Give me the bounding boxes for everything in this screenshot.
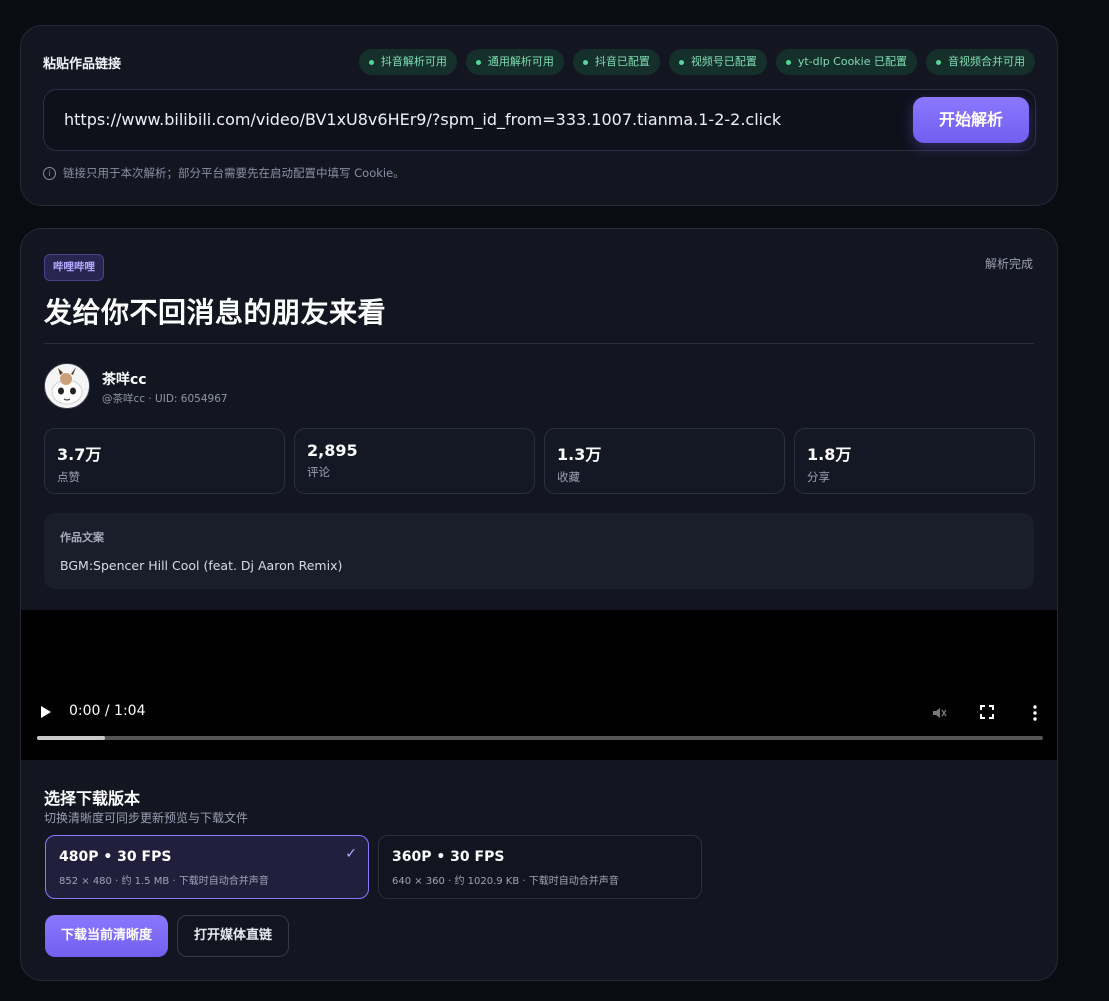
stat-value: 2,895: [307, 441, 358, 460]
status-chips: 抖音解析可用 通用解析可用 抖音已配置 视频号已配置 yt-dlp Cookie…: [358, 49, 1035, 75]
play-icon[interactable]: [41, 706, 51, 718]
stat-comments: 2,895 评论: [294, 428, 535, 494]
hint-text: 链接只用于本次解析；部分平台需要先在启动配置中填写 Cookie。: [63, 166, 405, 180]
open-media-link-button[interactable]: 打开媒体直链: [177, 915, 289, 957]
video-player[interactable]: 0:00 / 1:04: [21, 610, 1057, 760]
stat-label: 点赞: [57, 470, 80, 484]
status-chip: 抖音解析可用: [358, 49, 457, 75]
author-name: 茶咩cc: [102, 372, 147, 388]
quality-option[interactable]: 480P • 30 FPS 852 × 480 · 约 1.5 MB · 下载时…: [45, 835, 369, 899]
status-chip: 音视频合并可用: [926, 49, 1035, 75]
url-input-wrapper: https://www.bilibili.com/video/BV1xU8v6H…: [43, 89, 1036, 151]
parse-button[interactable]: 开始解析: [913, 97, 1029, 143]
status-text: 解析完成: [984, 257, 1033, 271]
result-card: 哔哩哔哩 解析完成 发给你不回消息的朋友来看 茶咩cc @茶咩cc · UID:…: [20, 228, 1058, 981]
link-input-card: 粘贴作品链接 抖音解析可用 通用解析可用 抖音已配置 视频号已配置 yt-dlp…: [20, 25, 1058, 206]
quality-label: 480P • 30 FPS: [59, 849, 172, 865]
status-dot-icon: [368, 59, 374, 65]
hint-row: i 链接只用于本次解析；部分平台需要先在启动配置中填写 Cookie。: [43, 165, 405, 181]
progress-fill: [37, 736, 106, 740]
status-chip: 通用解析可用: [465, 49, 564, 75]
url-input[interactable]: https://www.bilibili.com/video/BV1xU8v6H…: [64, 90, 781, 150]
avatar: [44, 363, 90, 409]
volume-icon[interactable]: [931, 705, 947, 721]
download-button[interactable]: 下载当前清晰度: [45, 915, 168, 957]
stat-label: 分享: [807, 470, 830, 484]
stat-value: 1.3万: [557, 445, 602, 464]
quality-option[interactable]: 360P • 30 FPS 640 × 360 · 约 1020.9 KB · …: [378, 835, 702, 899]
section-label: 粘贴作品链接: [43, 57, 122, 72]
video-title: 发给你不回消息的朋友来看: [44, 296, 387, 329]
stat-label: 收藏: [557, 470, 580, 484]
status-dot-icon: [785, 59, 791, 65]
author-meta: @茶咩cc · UID: 6054967: [102, 393, 228, 405]
more-options-icon[interactable]: [1033, 705, 1037, 721]
fullscreen-icon[interactable]: [980, 705, 994, 719]
platform-badge: 哔哩哔哩: [44, 254, 104, 281]
stat-favorites: 1.3万 收藏: [544, 428, 785, 494]
playback-time: 0:00 / 1:04: [69, 703, 146, 719]
stat-value: 3.7万: [57, 445, 102, 464]
divider: [44, 343, 1034, 344]
download-title: 选择下载版本: [44, 789, 141, 808]
status-dot-icon: [936, 59, 941, 65]
stat-label: 评论: [307, 465, 330, 479]
description-label: 作品文案: [60, 531, 104, 544]
quality-label: 360P • 30 FPS: [392, 849, 505, 865]
info-icon: i: [43, 166, 56, 180]
description-box: 作品文案 BGM:Spencer Hill Cool (feat. Dj Aar…: [44, 513, 1034, 589]
progress-bar[interactable]: [37, 736, 1043, 740]
download-subtitle: 切换清晰度可同步更新预览与下载文件: [44, 811, 249, 825]
status-chip: 抖音已配置: [572, 49, 660, 75]
stat-shares: 1.8万 分享: [794, 428, 1035, 494]
description-text: BGM:Spencer Hill Cool (feat. Dj Aaron Re…: [60, 558, 343, 573]
status-dot-icon: [475, 59, 481, 65]
quality-detail: 852 × 480 · 约 1.5 MB · 下载时自动合并声音: [59, 876, 269, 887]
status-chip: 视频号已配置: [668, 49, 767, 75]
quality-detail: 640 × 360 · 约 1020.9 KB · 下载时自动合并声音: [392, 876, 619, 887]
check-icon: ✓: [345, 846, 357, 862]
stat-likes: 3.7万 点赞: [44, 428, 285, 494]
stat-value: 1.8万: [807, 445, 852, 464]
stats-row: 3.7万 点赞 2,895 评论 1.3万 收藏 1.8万 分享: [44, 428, 1035, 494]
status-dot-icon: [678, 59, 684, 65]
avatar-image-icon: [45, 364, 89, 408]
status-chip: yt-dlp Cookie 已配置: [775, 49, 917, 75]
status-dot-icon: [582, 59, 588, 65]
